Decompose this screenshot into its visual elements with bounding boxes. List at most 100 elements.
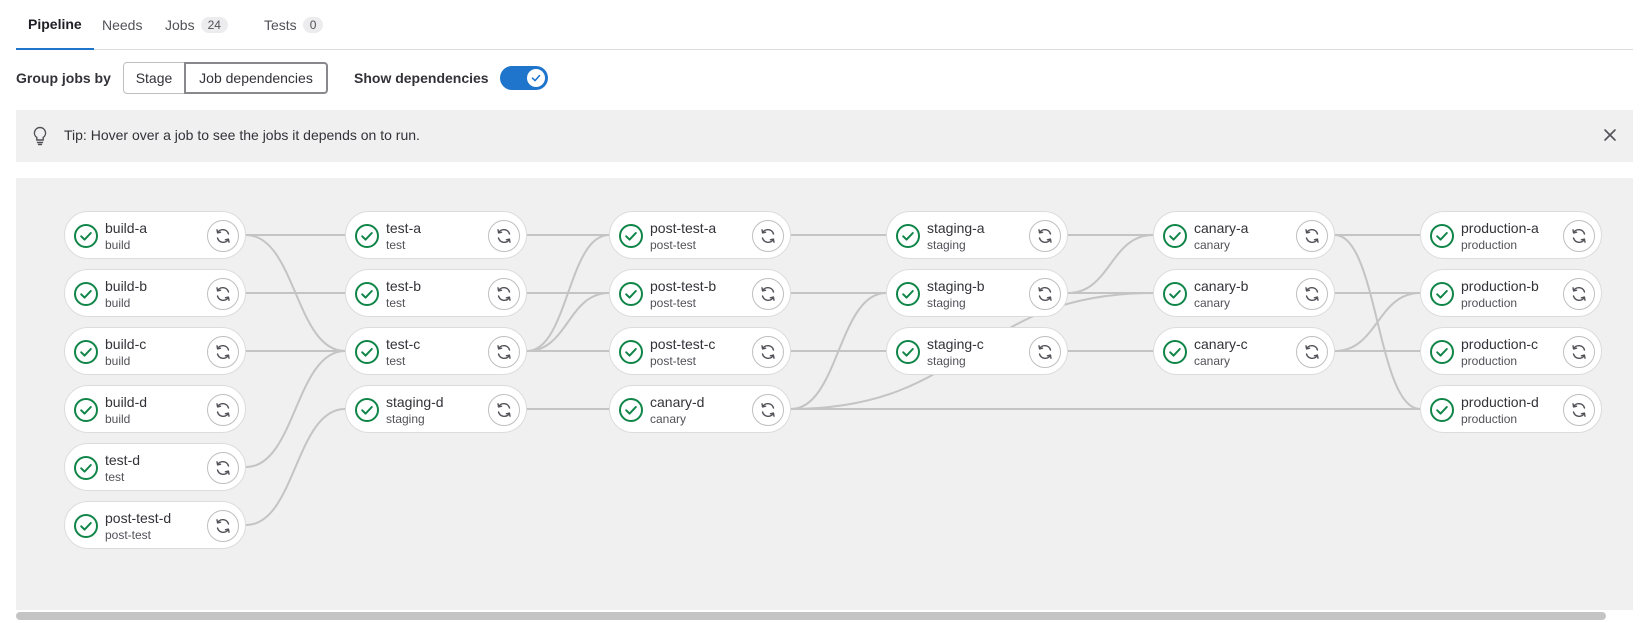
job-build-c[interactable]: build-c build: [64, 327, 246, 375]
retry-button[interactable]: [1029, 336, 1061, 368]
job-stage: staging: [927, 354, 966, 368]
status-success-icon: [619, 282, 643, 306]
job-stage: canary: [1194, 354, 1231, 368]
tab-tests[interactable]: Tests 0: [264, 0, 324, 50]
retry-button[interactable]: [207, 336, 239, 368]
retry-icon: [1572, 229, 1586, 243]
status-success-icon: [1163, 282, 1187, 306]
job-staging-b[interactable]: staging-b staging: [886, 269, 1068, 317]
retry-button[interactable]: [207, 452, 239, 484]
retry-button[interactable]: [207, 394, 239, 426]
retry-button[interactable]: [488, 394, 520, 426]
retry-icon: [216, 519, 230, 533]
dependency-link: [245, 350, 346, 468]
job-staging-c[interactable]: staging-c staging: [886, 327, 1068, 375]
job-production-b[interactable]: production-b production: [1420, 269, 1602, 317]
retry-button[interactable]: [752, 220, 784, 252]
retry-button[interactable]: [752, 278, 784, 310]
group-jobs-label: Group jobs by: [16, 70, 111, 86]
dependency-link: [1334, 292, 1421, 352]
job-test-c[interactable]: test-c test: [345, 327, 527, 375]
job-build-d[interactable]: build-d build: [64, 385, 246, 433]
job-name: canary-d: [650, 394, 705, 410]
job-test-a[interactable]: test-a test: [345, 211, 527, 259]
retry-icon: [1305, 287, 1319, 301]
retry-icon: [761, 287, 775, 301]
tab-jobs[interactable]: Jobs 24: [165, 0, 228, 50]
job-name: staging-a: [927, 220, 985, 236]
job-stage: post-test: [650, 238, 697, 252]
tab-pipeline[interactable]: Pipeline: [16, 0, 94, 50]
retry-icon: [216, 287, 230, 301]
retry-button[interactable]: [1563, 278, 1595, 310]
job-dependencies-button[interactable]: Job dependencies: [184, 62, 328, 94]
tab-needs[interactable]: Needs: [102, 0, 142, 50]
show-dependencies-label: Show dependencies: [354, 70, 489, 86]
close-icon[interactable]: [1603, 128, 1617, 142]
show-dependencies-toggle[interactable]: [500, 66, 548, 90]
tab-label: Pipeline: [28, 16, 82, 32]
job-test-d[interactable]: test-d test: [64, 443, 246, 491]
retry-button[interactable]: [207, 278, 239, 310]
retry-button[interactable]: [488, 220, 520, 252]
job-name: post-test-a: [650, 220, 717, 236]
job-name: staging-d: [386, 394, 444, 410]
retry-button[interactable]: [1296, 220, 1328, 252]
retry-button[interactable]: [488, 336, 520, 368]
retry-button[interactable]: [752, 394, 784, 426]
job-name: production-c: [1461, 336, 1539, 352]
job-canary-b[interactable]: canary-b canary: [1153, 269, 1335, 317]
job-post-test-a[interactable]: post-test-a post-test: [609, 211, 791, 259]
status-success-icon: [1163, 224, 1187, 248]
job-name: test-a: [386, 220, 422, 236]
job-post-test-c[interactable]: post-test-c post-test: [609, 327, 791, 375]
job-name: staging-b: [927, 278, 985, 294]
retry-button[interactable]: [1029, 220, 1061, 252]
horizontal-scrollbar[interactable]: [16, 612, 1606, 620]
retry-button[interactable]: [1296, 336, 1328, 368]
status-success-icon: [619, 398, 643, 422]
retry-icon: [1038, 345, 1052, 359]
retry-button[interactable]: [1296, 278, 1328, 310]
status-success-icon: [74, 398, 98, 422]
retry-button[interactable]: [1563, 336, 1595, 368]
stage-button[interactable]: Stage: [123, 62, 185, 94]
group-by-segmented-control: Stage Job dependencies: [123, 62, 328, 94]
toggle-knob: [527, 69, 545, 87]
job-name: test-d: [105, 452, 141, 468]
retry-button[interactable]: [207, 510, 239, 542]
status-success-icon: [1430, 224, 1454, 248]
job-post-test-b[interactable]: post-test-b post-test: [609, 269, 791, 317]
job-stage: production: [1461, 354, 1518, 368]
job-stage: production: [1461, 296, 1518, 310]
job-staging-d[interactable]: staging-d staging: [345, 385, 527, 433]
retry-icon: [1572, 345, 1586, 359]
retry-button[interactable]: [1563, 220, 1595, 252]
job-production-a[interactable]: production-a production: [1420, 211, 1602, 259]
job-build-a[interactable]: build-a build: [64, 211, 246, 259]
status-success-icon: [896, 282, 920, 306]
status-success-icon: [74, 456, 98, 480]
retry-button[interactable]: [1029, 278, 1061, 310]
tip-text: Tip: Hover over a job to see the jobs it…: [64, 127, 420, 143]
job-canary-c[interactable]: canary-c canary: [1153, 327, 1335, 375]
retry-button[interactable]: [752, 336, 784, 368]
job-canary-d[interactable]: canary-d canary: [609, 385, 791, 433]
job-post-test-d[interactable]: post-test-d post-test: [64, 501, 246, 549]
job-production-d[interactable]: production-d production: [1420, 385, 1602, 433]
status-success-icon: [896, 224, 920, 248]
tab-label: Jobs: [165, 17, 195, 33]
job-name: canary-c: [1194, 336, 1248, 352]
job-staging-a[interactable]: staging-a staging: [886, 211, 1068, 259]
retry-button[interactable]: [1563, 394, 1595, 426]
job-production-c[interactable]: production-c production: [1420, 327, 1602, 375]
retry-button[interactable]: [488, 278, 520, 310]
status-success-icon: [1163, 340, 1187, 364]
job-canary-a[interactable]: canary-a canary: [1153, 211, 1335, 259]
retry-icon: [216, 403, 230, 417]
retry-icon: [497, 345, 511, 359]
job-build-b[interactable]: build-b build: [64, 269, 246, 317]
job-test-b[interactable]: test-b test: [345, 269, 527, 317]
retry-button[interactable]: [207, 220, 239, 252]
job-name: post-test-d: [105, 510, 172, 526]
